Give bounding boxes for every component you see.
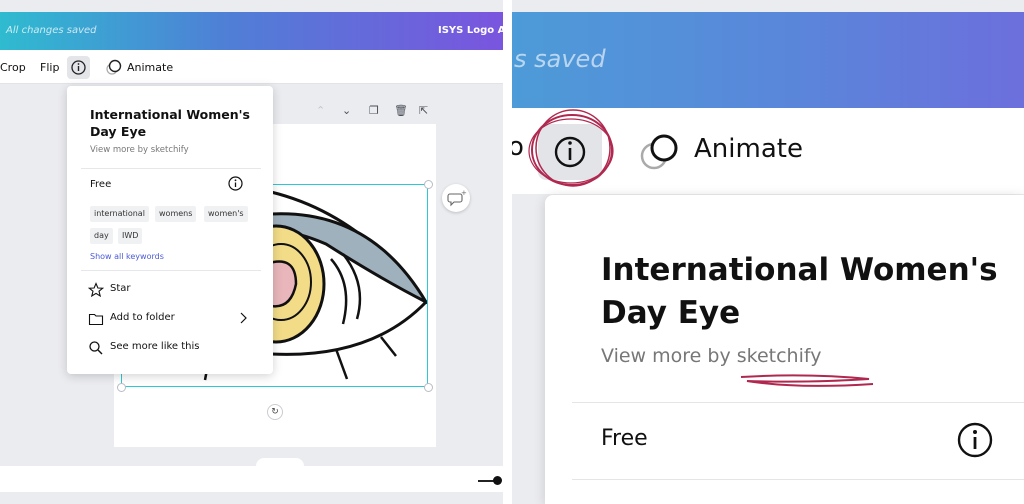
toolbar-zoomed: o Animate — [512, 108, 1024, 194]
star-label: Star — [110, 283, 131, 294]
resize-handle-bottom-left[interactable] — [117, 383, 126, 392]
comment-icon: + — [447, 189, 467, 207]
save-status-zoomed: s saved — [514, 45, 606, 73]
rotate-icon[interactable]: ↻ — [267, 404, 283, 420]
flip-button[interactable]: Flip — [40, 61, 59, 74]
delete-page-icon[interactable]: 🗑 — [394, 104, 408, 117]
move-up-icon[interactable]: ⌃ — [316, 104, 325, 117]
divider — [572, 402, 1024, 403]
info-icon — [71, 60, 86, 75]
keyword-tag[interactable]: womens — [155, 206, 197, 222]
animate-icon — [640, 134, 678, 170]
price-label: Free — [90, 179, 112, 190]
license-info-icon[interactable] — [228, 176, 243, 191]
editor-panel: All changes saved ISYS Logo Ass Crop Fli… — [0, 0, 503, 504]
top-bar-zoomed: s saved — [512, 12, 1024, 108]
zoom-slider-track[interactable] — [478, 480, 494, 482]
duplicate-page-icon[interactable]: ❐ — [369, 104, 379, 117]
resize-handle-bottom-right[interactable] — [424, 383, 433, 392]
top-bar: All changes saved ISYS Logo Ass — [0, 12, 503, 50]
annotation-circle — [528, 109, 614, 187]
move-down-icon[interactable]: ⌄ — [342, 104, 351, 117]
see-more-label: See more like this — [110, 341, 200, 352]
search-icon — [89, 341, 103, 355]
divider — [81, 168, 261, 169]
keyword-tag[interactable]: women's — [204, 206, 248, 222]
chevron-right-icon — [240, 312, 247, 324]
bottom-bar — [0, 466, 503, 492]
divider — [81, 270, 261, 271]
document-title[interactable]: ISYS Logo Ass — [438, 25, 503, 36]
license-info-icon[interactable] — [957, 422, 993, 458]
creator-link-zoomed[interactable]: View more by sketchify — [601, 345, 821, 367]
zoomed-detail-panel: s saved o Animate International Women's … — [512, 0, 1024, 504]
media-title-zoomed: International Women's Day Eye — [601, 252, 998, 331]
resize-handle-top-right[interactable] — [424, 180, 433, 189]
animate-icon — [106, 59, 122, 75]
save-status: All changes saved — [6, 25, 97, 36]
animate-button-zoomed[interactable]: Animate — [694, 134, 803, 164]
keyword-tag[interactable]: international — [90, 206, 149, 222]
image-toolbar: Crop Flip Animate — [0, 50, 503, 84]
show-all-keywords-link[interactable]: Show all keywords — [90, 252, 164, 261]
crop-button[interactable]: Crop — [0, 61, 26, 74]
media-info-popup-zoomed: International Women's Day Eye View more … — [545, 195, 1024, 504]
add-to-folder-label: Add to folder — [110, 312, 175, 323]
keyword-tag[interactable]: day — [90, 228, 113, 244]
info-button[interactable] — [67, 56, 90, 79]
media-title: International Women's Day Eye — [90, 107, 250, 139]
add-page-icon[interactable]: ⇱ — [419, 104, 428, 117]
folder-icon — [88, 313, 104, 326]
svg-text:+: + — [461, 189, 467, 197]
add-comment-button[interactable]: + — [442, 184, 470, 212]
creator-link[interactable]: View more by sketchify — [90, 145, 189, 155]
divider — [572, 479, 1024, 480]
animate-button[interactable]: Animate — [127, 61, 173, 74]
price-label-zoomed: Free — [601, 426, 648, 451]
partial-toolbar-label: o — [512, 132, 524, 162]
zoom-slider-handle[interactable] — [493, 476, 502, 485]
keyword-tag[interactable]: IWD — [118, 228, 143, 244]
page-controls: ⌃ ⌄ ❐ 🗑 ⇱ — [316, 104, 436, 120]
star-icon — [88, 282, 104, 298]
media-info-popup: International Women's Day Eye View more … — [67, 86, 273, 374]
annotation-underline — [740, 374, 874, 387]
